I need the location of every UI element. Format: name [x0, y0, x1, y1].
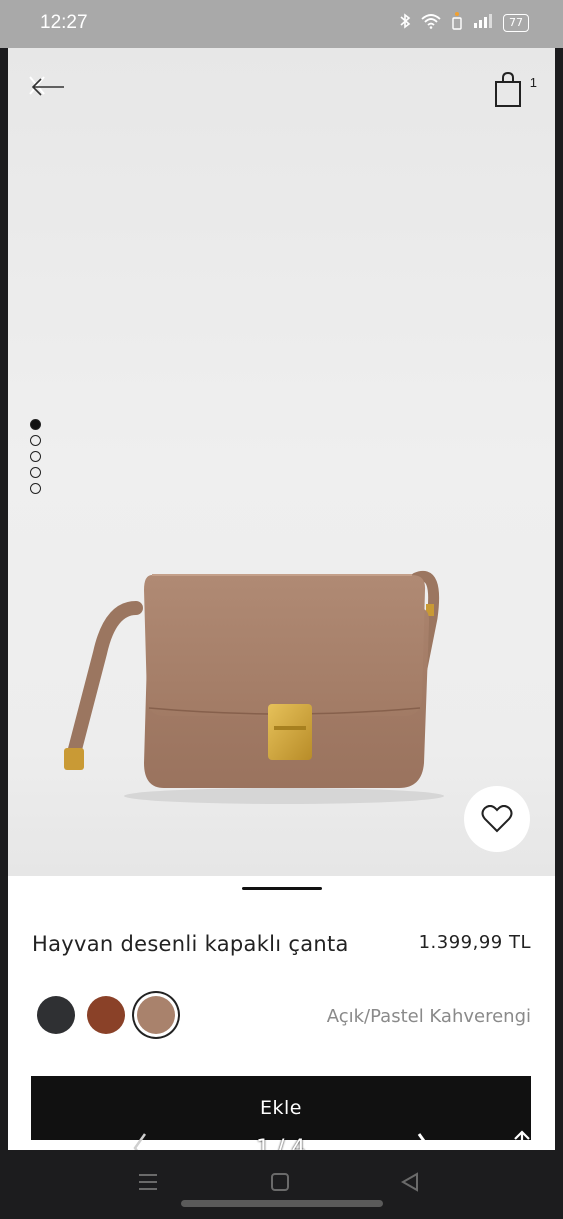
sim-icon [451, 12, 463, 34]
gallery-dot[interactable] [30, 451, 41, 462]
back-arrow-icon [31, 78, 64, 96]
selected-color-name: Açık/Pastel Kahverengi [326, 1006, 531, 1027]
cart-button[interactable] [493, 71, 525, 108]
product-title: Hayvan desenli kapaklı çanta [32, 932, 349, 956]
gesture-bar[interactable] [181, 1200, 383, 1207]
status-icons: 77 [399, 12, 529, 34]
favorite-button[interactable] [464, 786, 530, 852]
triangle-back-icon [400, 1172, 418, 1192]
wifi-icon [421, 13, 441, 33]
system-nav-bar [0, 1150, 563, 1219]
add-to-cart-label: Ekle [260, 1097, 302, 1119]
recent-apps-button[interactable] [137, 1172, 159, 1196]
product-image [64, 571, 444, 804]
gallery-dot[interactable] [30, 467, 41, 478]
gallery-dot[interactable] [30, 483, 41, 494]
phone-screen: 12:27 77 1 Hayvan desenli kapaklı çanta … [0, 0, 563, 1219]
back-button[interactable] [28, 74, 66, 102]
heart-icon [481, 805, 513, 833]
home-square-icon [271, 1173, 289, 1191]
color-swatch[interactable] [37, 996, 75, 1034]
status-time: 12:27 [40, 12, 88, 33]
product-image-gallery[interactable]: 1 [8, 48, 555, 876]
gallery-dot[interactable] [30, 435, 41, 446]
product-price: 1.399,99 TL [418, 932, 531, 953]
system-back-button[interactable] [400, 1172, 420, 1196]
product-page: 1 Hayvan desenli kapaklı çanta 1.399,99 … [8, 48, 555, 1150]
status-bar: 12:27 77 [0, 0, 563, 48]
bluetooth-icon [399, 13, 411, 33]
shopping-bag-icon [495, 71, 521, 107]
color-swatches [37, 996, 175, 1034]
gallery-dots [30, 419, 41, 494]
battery-indicator: 77 [503, 14, 529, 32]
gallery-dot[interactable] [30, 419, 41, 430]
signal-icon [473, 14, 493, 32]
home-button[interactable] [270, 1172, 290, 1196]
color-swatch[interactable] [87, 996, 125, 1034]
color-swatch[interactable] [137, 996, 175, 1034]
menu-icon [139, 1174, 157, 1190]
drag-handle[interactable] [242, 887, 322, 890]
cart-count-badge: 1 [529, 75, 537, 90]
